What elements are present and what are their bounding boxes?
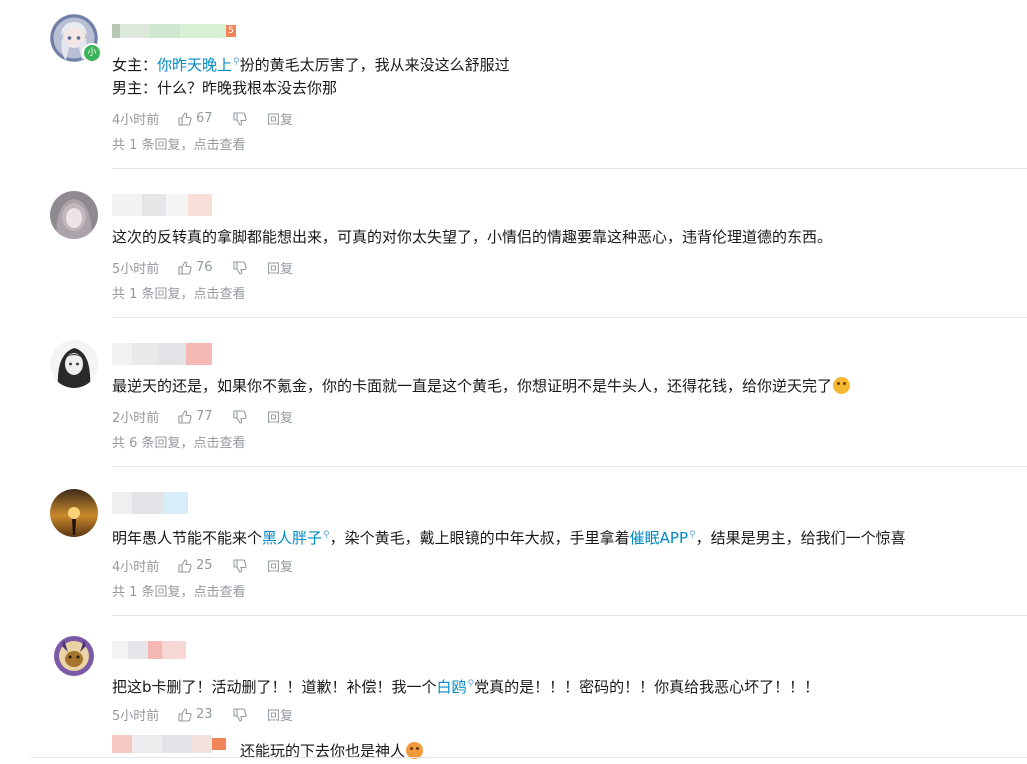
avatar[interactable] — [50, 191, 98, 239]
thumb-up-icon — [178, 111, 192, 126]
thumb-down-icon — [233, 707, 247, 722]
thumb-up-icon — [178, 558, 192, 573]
comment-text-part: ，结果是男主，给我们一个惊喜 — [695, 529, 906, 547]
comment-text-part: 最逆天的还是，如果你不氪金，你的卡面就一直是这个黄毛，你想证明不是牛头人，还得花… — [112, 377, 833, 395]
view-replies-link[interactable]: 共 1 条回复，点击查看 — [112, 581, 246, 600]
username[interactable] — [112, 194, 212, 216]
thumb-down-icon — [233, 111, 247, 126]
keyword-link[interactable]: 催眠APP — [630, 529, 688, 547]
divider — [112, 317, 1027, 318]
divider — [112, 615, 1027, 616]
username[interactable] — [112, 492, 188, 514]
username[interactable] — [112, 343, 212, 365]
avatar-badge: 小 — [82, 43, 102, 63]
like-button[interactable]: 76 — [178, 260, 233, 275]
like-count: 23 — [196, 707, 213, 722]
comment-text: 把这b卡删了！活动删了！！道歉！补偿！我一个白鸥⚲党真的是！！！密码的！！你真给… — [112, 671, 819, 700]
view-replies-link[interactable]: 共 1 条回复，点击查看 — [112, 283, 246, 302]
comment-text-part: 女主： — [112, 56, 158, 74]
comment-text-part: 把这b卡删了！活动删了！！道歉！补偿！我一个 — [112, 678, 437, 696]
thumb-up-icon — [178, 707, 192, 722]
view-replies-link[interactable]: 共 1 条回复，点击查看 — [112, 134, 246, 153]
divider — [30, 757, 1027, 758]
like-count: 25 — [196, 558, 213, 573]
like-button[interactable]: 25 — [178, 558, 233, 573]
comment-text-line2: 男主：什么？昨晚我根本没去你那 — [112, 79, 338, 97]
like-count: 67 — [196, 111, 213, 126]
reply-button[interactable]: 回复 — [267, 556, 293, 575]
username[interactable]: 5 — [112, 24, 236, 38]
like-button[interactable]: 67 — [178, 111, 233, 126]
comment-text-part: ，染个黄毛，戴上眼镜的中年大叔，手里拿着 — [329, 529, 630, 547]
comment-text: 这次的反转真的拿脚都能想出来，可真的对你太失望了，小情侣的情趣要靠这种恶心，违背… — [112, 228, 833, 246]
search-keyword-icon: ⚲ — [323, 530, 330, 540]
search-keyword-icon: ⚲ — [233, 57, 240, 67]
divider — [112, 466, 1027, 467]
comment-meta: 5小时前 23 回复 — [112, 705, 293, 724]
comment-text-part: 扮的黄毛太厉害了，我从来没这么舒服过 — [239, 56, 510, 74]
thumb-down-icon — [233, 260, 247, 275]
like-button[interactable]: 77 — [178, 409, 233, 424]
dislike-button[interactable] — [233, 111, 267, 126]
timestamp: 5小时前 — [112, 262, 160, 277]
search-keyword-icon: ⚲ — [689, 530, 696, 540]
view-replies-link[interactable]: 共 6 条回复，点击查看 — [112, 432, 246, 451]
dislike-button[interactable] — [233, 707, 267, 722]
comment-meta: 4小时前 25 回复 — [112, 556, 293, 575]
comment-text: 最逆天的还是，如果你不氪金，你的卡面就一直是这个黄毛，你想证明不是牛头人，还得花… — [112, 373, 851, 399]
timestamp: 4小时前 — [112, 113, 160, 128]
comment-text: 女主：你昨天晚上⚲扮的黄毛太厉害了，我从来没这么舒服过 — [112, 49, 510, 78]
divider — [112, 168, 1027, 169]
comment-text: 明年愚人节能不能来个黑人胖子⚲，染个黄毛，戴上眼镜的中年大叔，手里拿着催眠APP… — [112, 522, 906, 551]
timestamp: 4小时前 — [112, 560, 160, 575]
comment-text-part: 明年愚人节能不能来个 — [112, 529, 263, 547]
username[interactable] — [112, 735, 226, 753]
avatar[interactable] — [50, 489, 98, 537]
thumb-down-icon — [233, 558, 247, 573]
avatar[interactable] — [50, 340, 98, 388]
emoji-laugh-icon — [833, 377, 851, 394]
like-count: 77 — [196, 409, 213, 424]
dislike-button[interactable] — [233, 409, 267, 424]
comment-text-part: 党真的是！！！密码的！！你真给我恶心坏了！！！ — [474, 678, 820, 696]
comment-meta: 2小时前 77 回复 — [112, 407, 293, 426]
keyword-link[interactable]: 黑人胖子 — [262, 529, 322, 547]
timestamp: 5小时前 — [112, 709, 160, 724]
username[interactable] — [112, 641, 186, 659]
thumb-down-icon — [233, 409, 247, 424]
thumb-up-icon — [178, 260, 192, 275]
avatar[interactable] — [50, 632, 98, 680]
timestamp: 2小时前 — [112, 411, 160, 426]
dislike-button[interactable] — [233, 558, 267, 573]
comment-meta: 5小时前 76 回复 — [112, 258, 293, 277]
comment-meta: 4小时前 67 回复 — [112, 109, 293, 128]
reply-button[interactable]: 回复 — [267, 258, 293, 277]
like-button[interactable]: 23 — [178, 707, 233, 722]
reply-button[interactable]: 回复 — [267, 705, 293, 724]
reply-button[interactable]: 回复 — [267, 407, 293, 426]
reply-text: 还能玩的下去你也是神人 — [240, 738, 424, 764]
like-count: 76 — [196, 260, 213, 275]
keyword-link[interactable]: 你昨天晚上 — [157, 56, 232, 74]
thumb-up-icon — [178, 409, 192, 424]
level-badge: 5 — [226, 25, 236, 37]
reply-button[interactable]: 回复 — [267, 109, 293, 128]
keyword-link[interactable]: 白鸥 — [437, 678, 467, 696]
dislike-button[interactable] — [233, 260, 267, 275]
